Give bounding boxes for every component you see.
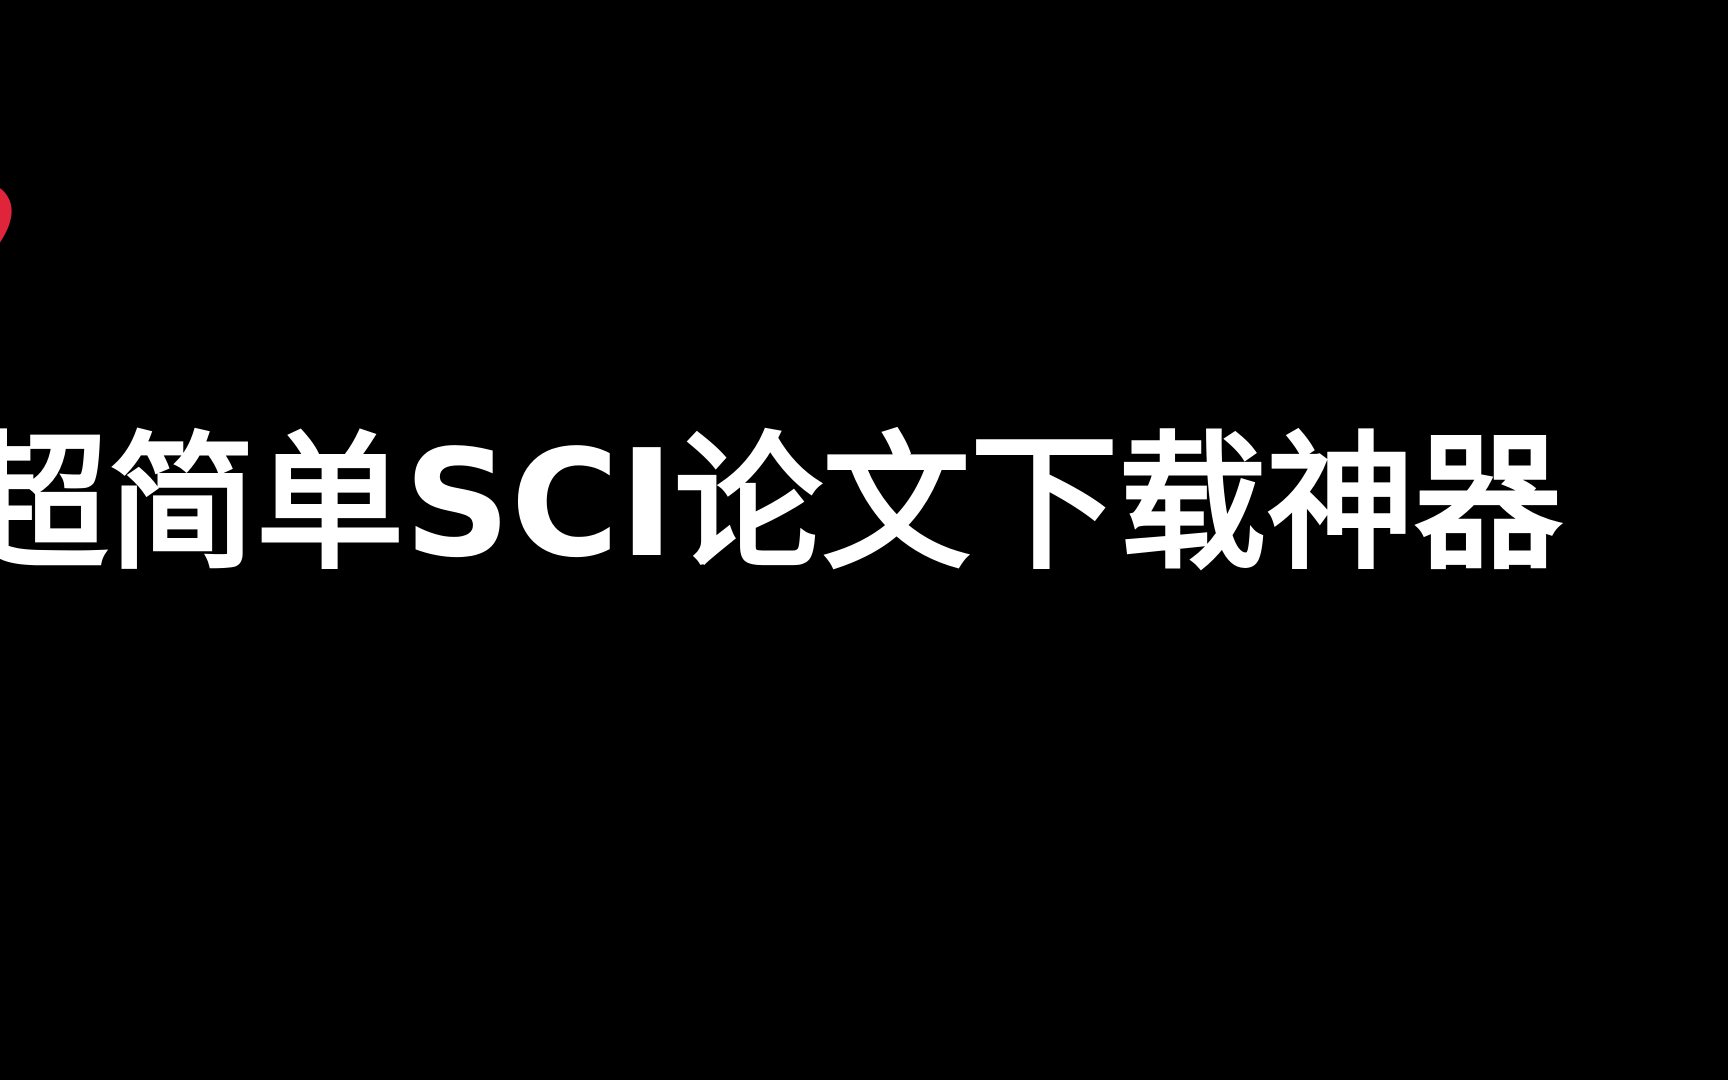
video-frame: 超简单SCI论文下载神器 <box>0 0 1728 1080</box>
heart-icon <box>0 188 12 243</box>
video-title: 超简单SCI论文下载神器 <box>0 418 1563 590</box>
